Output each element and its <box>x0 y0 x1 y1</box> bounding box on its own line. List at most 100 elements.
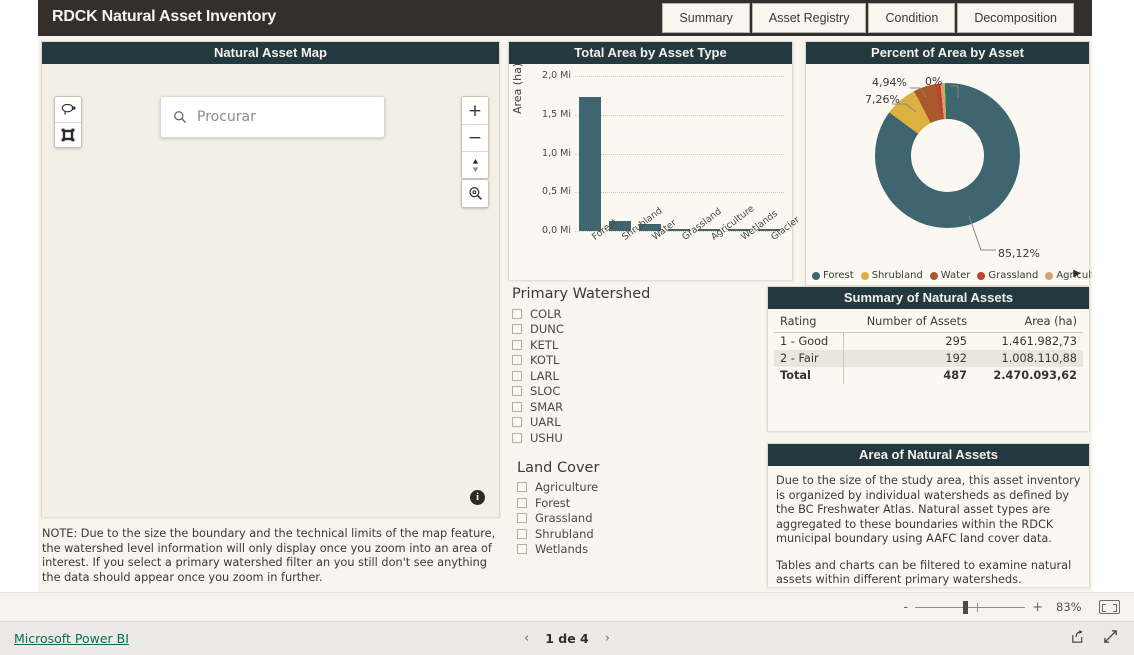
bar-chart-y-tick: 1,5 Mi <box>542 108 571 120</box>
checkbox[interactable] <box>512 339 522 350</box>
zoom-slider-track[interactable] <box>915 600 1026 614</box>
bar-chart-plot-area[interactable]: Area (ha) 0,0 Mi 0,5 Mi 1,0 Mi 1,5 Mi 2,0 Mi… <box>509 63 802 280</box>
microsoft-power-bi-link[interactable]: Microsoft Power BI <box>14 631 129 646</box>
page-navigation: ‹ 1 de 4 › <box>524 631 610 646</box>
checkbox[interactable] <box>517 528 527 539</box>
donut-legend-item[interactable]: Shrubland <box>860 270 923 281</box>
checkbox[interactable] <box>512 308 522 319</box>
fullscreen-icon[interactable] <box>1103 629 1118 648</box>
checkbox[interactable] <box>512 324 522 335</box>
bar-chart-bar[interactable] <box>578 96 601 231</box>
search-icon <box>174 111 187 124</box>
landcover-filter-grassland[interactable]: Grassland <box>517 511 762 527</box>
map-surface[interactable]: + − <box>42 64 499 517</box>
filter-label: Agriculture <box>535 480 599 495</box>
donut-label-shrubland: 7,26% <box>865 93 900 106</box>
table-row[interactable]: 2 - Fair 192 1.008.110,88 <box>774 350 1083 367</box>
watershed-filter-dunc[interactable]: DUNC <box>512 322 762 338</box>
checkbox[interactable] <box>517 482 527 493</box>
total-area-by-asset-type-chart: Total Area by Asset Type Area (ha) 0,0 M… <box>508 41 802 280</box>
zoom-slider-thumb[interactable] <box>963 600 969 614</box>
canvas-right-gutter <box>1092 0 1134 592</box>
info-panel-title: Area of Natural Assets <box>768 444 1089 466</box>
donut-legend-item[interactable]: Water <box>929 270 971 281</box>
watershed-filter-uarl[interactable]: UARL <box>512 415 762 431</box>
bar-chart-y-tick: 0,0 Mi <box>542 225 571 236</box>
magnify-icon[interactable] <box>462 180 488 207</box>
watershed-filter-ushu[interactable]: USHU <box>512 430 762 446</box>
tab-asset-registry[interactable]: Asset Registry <box>751 3 867 33</box>
checkbox[interactable] <box>512 401 522 412</box>
donut-label-forest: 85,12% <box>998 247 1040 260</box>
filter-label: Forest <box>535 495 571 510</box>
watershed-filter-kotl[interactable]: KOTL <box>512 353 762 369</box>
tab-condition[interactable]: Condition <box>868 3 956 33</box>
donut-chart-plot-area[interactable]: 7,26% 4,94% 0% 85,12% Forest Shrubland Wat… <box>806 64 1111 285</box>
zoom-percent-label: 83% <box>1056 600 1082 614</box>
checkbox[interactable] <box>517 544 527 555</box>
checkbox[interactable] <box>517 513 527 524</box>
bar-chart-title: Total Area by Asset Type <box>509 42 792 64</box>
landcover-filter-shrubland[interactable]: Shrubland <box>517 526 762 542</box>
previous-page-button[interactable]: ‹ <box>524 631 529 646</box>
map-info-icon[interactable]: i <box>470 490 485 505</box>
percent-of-area-by-asset-chart: Percent of Area by Asset 7,26% 4,94% 0% … <box>805 41 1111 285</box>
map-compass-icon[interactable] <box>462 151 488 178</box>
checkbox[interactable] <box>512 386 522 397</box>
summary-of-natural-assets-table: Summary of Natural Assets Rating Number … <box>767 286 1090 431</box>
watershed-filter-smar[interactable]: SMAR <box>512 399 762 415</box>
map-zoom-in-button[interactable]: + <box>462 97 488 124</box>
cell-rating: 2 - Fair <box>774 350 845 367</box>
filter-label: DUNC <box>530 322 564 337</box>
zoom-slider[interactable]: - + <box>903 600 1043 615</box>
table-header-row: Rating Number of Assets Area (ha) <box>774 313 1083 333</box>
bar-chart-x-ticks: Forest Shrubland Water Grassland Agriculture… <box>575 203 802 278</box>
checkbox[interactable] <box>512 370 522 381</box>
filter-label: USHU <box>530 430 563 445</box>
lasso-select-icon[interactable] <box>55 97 81 122</box>
next-page-button[interactable]: › <box>605 631 610 646</box>
tab-summary[interactable]: Summary <box>662 3 750 33</box>
legend-label: Water <box>940 270 971 281</box>
table-row[interactable]: 1 - Good 295 1.461.982,73 <box>774 332 1083 350</box>
landcover-filter-forest[interactable]: Forest <box>517 495 762 511</box>
land-cover-list: Agriculture Forest Grassland Shrubland Wetla… <box>512 480 762 558</box>
column-header-rating: Rating <box>774 313 844 333</box>
cell-total-count: 487 <box>943 369 967 382</box>
checkbox[interactable] <box>512 355 522 366</box>
map-search-box[interactable] <box>160 96 385 138</box>
filters-panel: Primary Watershed COLR DUNC KETL KOTL LARL SL… <box>512 286 762 586</box>
watershed-filter-sloc[interactable]: SLOC <box>512 384 762 400</box>
tab-decomposition[interactable]: Decomposition <box>957 3 1074 33</box>
donut-label-water: 4,94% <box>872 76 907 89</box>
landcover-filter-agriculture[interactable]: Agriculture <box>517 480 762 496</box>
landcover-filter-wetlands[interactable]: Wetlands <box>517 542 762 558</box>
donut-legend-item[interactable]: Forest <box>812 270 854 281</box>
watershed-filter-colr[interactable]: COLR <box>512 306 762 322</box>
fit-to-page-button[interactable] <box>1099 600 1120 614</box>
zoom-out-button[interactable]: - <box>903 600 908 615</box>
summary-table-title: Summary of Natural Assets <box>768 287 1089 309</box>
primary-watershed-title: Primary Watershed <box>512 286 651 302</box>
page-title: RDCK Natural Asset Inventory <box>52 8 277 25</box>
tab-bar: Summary Asset Registry Condition Decompo… <box>662 3 1074 33</box>
bar-chart-y-tick: 0,5 Mi <box>542 186 571 198</box>
checkbox[interactable] <box>512 417 522 428</box>
share-icon[interactable] <box>1070 629 1085 648</box>
map-note-text: NOTE: Due to the size the boundary and t… <box>42 527 496 584</box>
filter-label: SLOC <box>530 384 561 399</box>
checkbox[interactable] <box>517 497 527 508</box>
donut-legend-item[interactable]: Grassland <box>977 270 1038 281</box>
summary-table-body[interactable]: Rating Number of Assets Area (ha) 1 - Go… <box>768 309 1089 431</box>
rectangle-select-icon[interactable] <box>55 122 81 147</box>
cell-total-area: 2.470.093,62 <box>993 369 1077 382</box>
legend-next-arrow[interactable]: ▶ <box>1073 268 1081 279</box>
footer-actions <box>1070 629 1118 648</box>
watershed-filter-larl[interactable]: LARL <box>512 368 762 384</box>
search-input[interactable] <box>197 109 367 125</box>
zoom-in-button[interactable]: + <box>1032 600 1043 615</box>
map-zoom-out-button[interactable]: − <box>462 124 488 151</box>
watershed-filter-ketl[interactable]: KETL <box>512 337 762 353</box>
checkbox[interactable] <box>512 432 522 443</box>
page-indicator: 1 de 4 <box>545 631 589 646</box>
